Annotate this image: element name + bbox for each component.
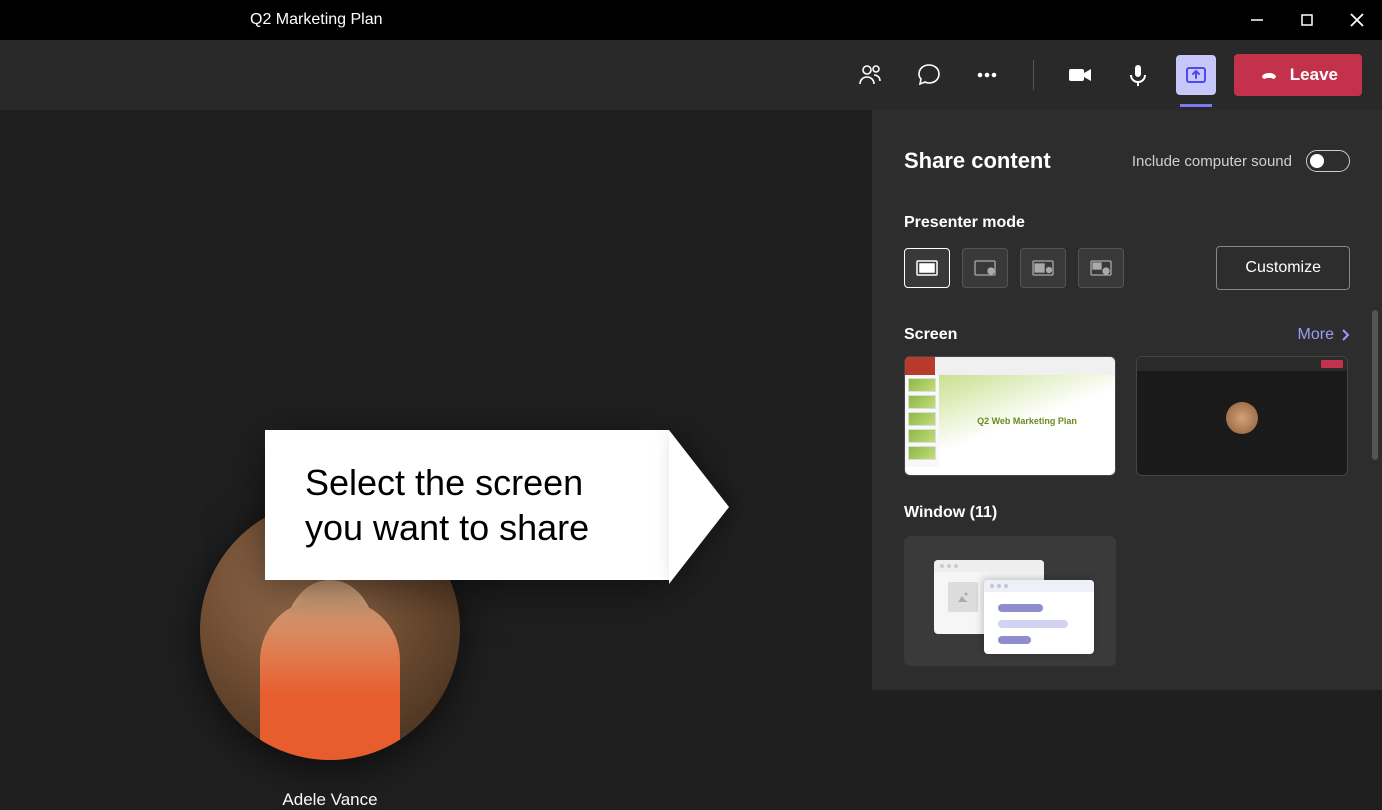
presenter-mode-label: Presenter mode — [904, 214, 1350, 232]
camera-icon[interactable] — [1060, 55, 1100, 95]
close-button[interactable] — [1342, 5, 1372, 35]
tutorial-callout: Select the screen you want to share — [265, 430, 669, 580]
more-icon[interactable] — [967, 55, 1007, 95]
people-icon[interactable] — [851, 55, 891, 95]
callout-line2: you want to share — [305, 505, 589, 550]
meeting-toolbar: Leave — [0, 40, 1382, 110]
window-label: Window (11) — [904, 504, 1350, 522]
mic-icon[interactable] — [1118, 55, 1158, 95]
minimize-button[interactable] — [1242, 5, 1272, 35]
window-thumbnail[interactable] — [904, 536, 1116, 666]
customize-button[interactable]: Customize — [1216, 246, 1350, 290]
presenter-mode-reporter[interactable] — [1078, 248, 1124, 288]
share-icon[interactable] — [1176, 55, 1216, 95]
main-area: Adele Vance Select the screen you want t… — [0, 110, 1382, 690]
more-label: More — [1298, 326, 1334, 344]
leave-label: Leave — [1290, 65, 1338, 85]
screen-more-link[interactable]: More — [1298, 326, 1350, 344]
screen-thumbnail-1[interactable]: Q2 Web Marketing Plan — [904, 356, 1116, 476]
callout-line1: Select the screen — [305, 460, 589, 505]
window-controls — [1242, 5, 1372, 35]
screen-thumbnail-2[interactable] — [1136, 356, 1348, 476]
thumb-ppt-title: Q2 Web Marketing Plan — [939, 375, 1115, 467]
include-sound-row: Include computer sound — [1132, 150, 1350, 172]
share-panel: Share content Include computer sound Pre… — [872, 110, 1382, 690]
maximize-button[interactable] — [1292, 5, 1322, 35]
chat-icon[interactable] — [909, 55, 949, 95]
screen-label: Screen — [904, 326, 957, 344]
presenter-mode-standout[interactable] — [962, 248, 1008, 288]
callout-arrow — [669, 430, 729, 584]
include-sound-label: Include computer sound — [1132, 153, 1292, 170]
screen-thumbnails: Q2 Web Marketing Plan — [904, 356, 1350, 476]
include-sound-toggle[interactable] — [1306, 150, 1350, 172]
meeting-title: Q2 Marketing Plan — [250, 11, 383, 29]
presenter-mode-side-by-side[interactable] — [1020, 248, 1066, 288]
toolbar-divider — [1033, 60, 1034, 90]
titlebar: Q2 Marketing Plan — [0, 0, 1382, 40]
participant-name: Adele Vance — [200, 790, 460, 810]
presenter-mode-content-only[interactable] — [904, 248, 950, 288]
presenter-mode-row: Customize — [904, 246, 1350, 290]
panel-scrollbar[interactable] — [1372, 310, 1378, 460]
leave-button[interactable]: Leave — [1234, 54, 1362, 96]
share-title: Share content — [904, 148, 1051, 174]
screen-section-header: Screen More — [904, 326, 1350, 344]
share-header: Share content Include computer sound — [904, 148, 1350, 174]
